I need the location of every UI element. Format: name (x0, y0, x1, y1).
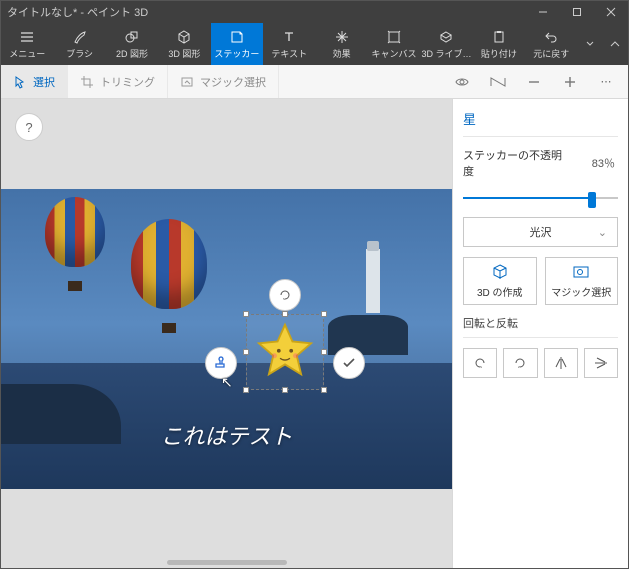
cube-icon (491, 263, 509, 281)
mixed-reality-button[interactable] (488, 76, 508, 88)
balloon-image (45, 197, 105, 291)
titlebar: タイトルなし* - ペイント 3D (1, 1, 628, 23)
sparkle-icon (334, 29, 350, 45)
shapes-2d-icon (124, 29, 140, 45)
resize-handle[interactable] (282, 311, 288, 317)
more-options-button[interactable]: ⋯ (596, 75, 616, 88)
canvas-button[interactable]: キャンバス (368, 23, 420, 65)
flip-vertical-button[interactable] (584, 348, 618, 378)
selection-toolbar: 選択 トリミング マジック選択 ⋯ (1, 65, 628, 99)
help-button[interactable]: ? (15, 113, 43, 141)
zoom-in-button[interactable] (560, 75, 580, 89)
brush-button[interactable]: ブラシ (53, 23, 105, 65)
magic-select-button[interactable]: マジック選択 (168, 65, 279, 98)
library-icon (438, 29, 454, 45)
stickers-button[interactable]: ステッカー (211, 23, 263, 65)
balloon-image (131, 219, 207, 333)
text-button[interactable]: テキスト (263, 23, 315, 65)
sticker-icon (229, 29, 245, 45)
selection-box[interactable] (246, 314, 324, 390)
opacity-label: ステッカーの不透明度 (463, 147, 572, 179)
magic-select-icon (572, 263, 590, 281)
window-title: タイトルなし* - ペイント 3D (7, 4, 526, 20)
magic-select-icon (180, 75, 194, 89)
effects-button[interactable]: 効果 (315, 23, 367, 65)
undo-button[interactable]: 元に戻す (525, 23, 577, 65)
crop-icon (80, 75, 94, 89)
make-3d-button[interactable]: 3D の作成 (463, 257, 537, 305)
text-icon (281, 29, 297, 45)
more-dropdown-button[interactable] (577, 23, 602, 65)
resize-handle[interactable] (243, 311, 249, 317)
zoom-out-button[interactable] (524, 75, 544, 89)
commit-button[interactable] (333, 347, 365, 379)
resize-handle[interactable] (321, 311, 327, 317)
resize-handle[interactable] (282, 387, 288, 393)
shapes-3d-button[interactable]: 3D 図形 (158, 23, 210, 65)
opacity-value[interactable]: 83％ (572, 153, 618, 173)
canvas-icon (386, 29, 402, 45)
horizontal-scrollbar[interactable] (1, 556, 452, 568)
resize-handle[interactable] (243, 387, 249, 393)
clipboard-icon (491, 29, 507, 45)
undo-icon (543, 29, 559, 45)
view-3d-button[interactable] (452, 75, 472, 89)
magic-select-panel-button[interactable]: マジック選択 (545, 257, 619, 305)
resize-handle[interactable] (243, 349, 249, 355)
maximize-button[interactable] (560, 1, 594, 23)
main-toolbar: メニュー ブラシ 2D 図形 3D 図形 ステッカー テキスト 効果 キャンバ (1, 23, 628, 65)
chevron-down-icon: ⌄ (598, 226, 607, 239)
panel-title: 星 (463, 107, 618, 137)
properties-panel: 星 ステッカーの不透明度 83％ 光沢 ⌄ 3D の作成 マジック選択 (452, 99, 628, 568)
minimize-button[interactable] (526, 1, 560, 23)
shapes-2d-button[interactable]: 2D 図形 (106, 23, 158, 65)
rotate-cw-button[interactable] (503, 348, 537, 378)
rotate-section-label: 回転と反転 (463, 315, 618, 338)
hamburger-icon (19, 29, 35, 45)
rotate-z-handle[interactable] (269, 279, 301, 311)
brush-icon (72, 29, 88, 45)
opacity-slider[interactable] (463, 189, 618, 207)
cursor-icon: ↖ (221, 374, 233, 391)
cube-icon (176, 29, 192, 45)
menu-button[interactable]: メニュー (1, 23, 53, 65)
resize-handle[interactable] (321, 349, 327, 355)
paste-button[interactable]: 貼り付け (473, 23, 525, 65)
rotate-ccw-button[interactable] (463, 348, 497, 378)
select-tool-button[interactable]: 選択 (1, 65, 68, 98)
resize-handle[interactable] (321, 387, 327, 393)
flip-horizontal-button[interactable] (544, 348, 578, 378)
library-3d-button[interactable]: 3D ライブ… (420, 23, 472, 65)
star-sticker[interactable] (253, 321, 317, 383)
close-button[interactable] (594, 1, 628, 23)
canvas-area[interactable]: ? (1, 99, 452, 568)
crop-tool-button[interactable]: トリミング (68, 65, 168, 98)
pointer-icon (13, 75, 27, 89)
collapse-ribbon-button[interactable] (603, 23, 628, 65)
finish-dropdown[interactable]: 光沢 ⌄ (463, 217, 618, 247)
canvas-text[interactable]: これはテスト (160, 419, 292, 451)
